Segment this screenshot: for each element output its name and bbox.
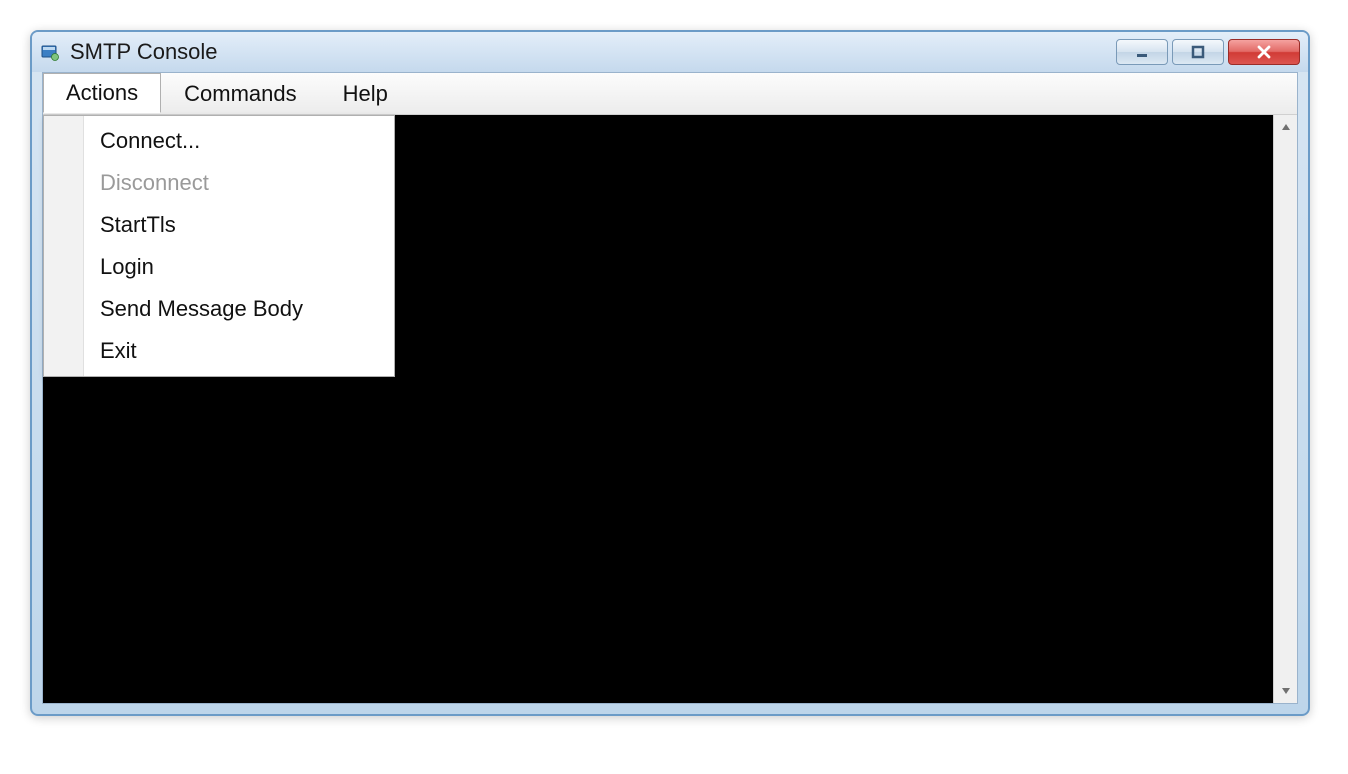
close-button[interactable] [1228, 39, 1300, 65]
scroll-down-arrow-icon[interactable] [1274, 679, 1297, 703]
window-title: SMTP Console [70, 39, 1116, 65]
menu-bar: Actions Connect... Disconnect StartTls L… [43, 73, 1297, 115]
menu-help[interactable]: Help [320, 73, 411, 114]
maximize-button[interactable] [1172, 39, 1224, 65]
menu-item-disconnect: Disconnect [44, 162, 394, 204]
menu-item-exit[interactable]: Exit [44, 330, 394, 372]
menu-item-connect[interactable]: Connect... [44, 120, 394, 162]
window-controls [1116, 39, 1300, 65]
actions-dropdown: Connect... Disconnect StartTls Login Sen… [43, 115, 395, 377]
client-area: Actions Connect... Disconnect StartTls L… [42, 72, 1298, 704]
title-bar[interactable]: SMTP Console [32, 32, 1308, 72]
scroll-up-arrow-icon[interactable] [1274, 115, 1297, 139]
vertical-scrollbar[interactable] [1273, 115, 1297, 703]
menu-actions[interactable]: Actions [43, 73, 161, 113]
app-icon [40, 42, 60, 62]
menu-item-login[interactable]: Login [44, 246, 394, 288]
menu-item-starttls[interactable]: StartTls [44, 204, 394, 246]
application-window: SMTP Console Actions Connect... D [30, 30, 1310, 716]
menu-commands[interactable]: Commands [161, 73, 319, 114]
menu-item-send-message-body[interactable]: Send Message Body [44, 288, 394, 330]
minimize-button[interactable] [1116, 39, 1168, 65]
